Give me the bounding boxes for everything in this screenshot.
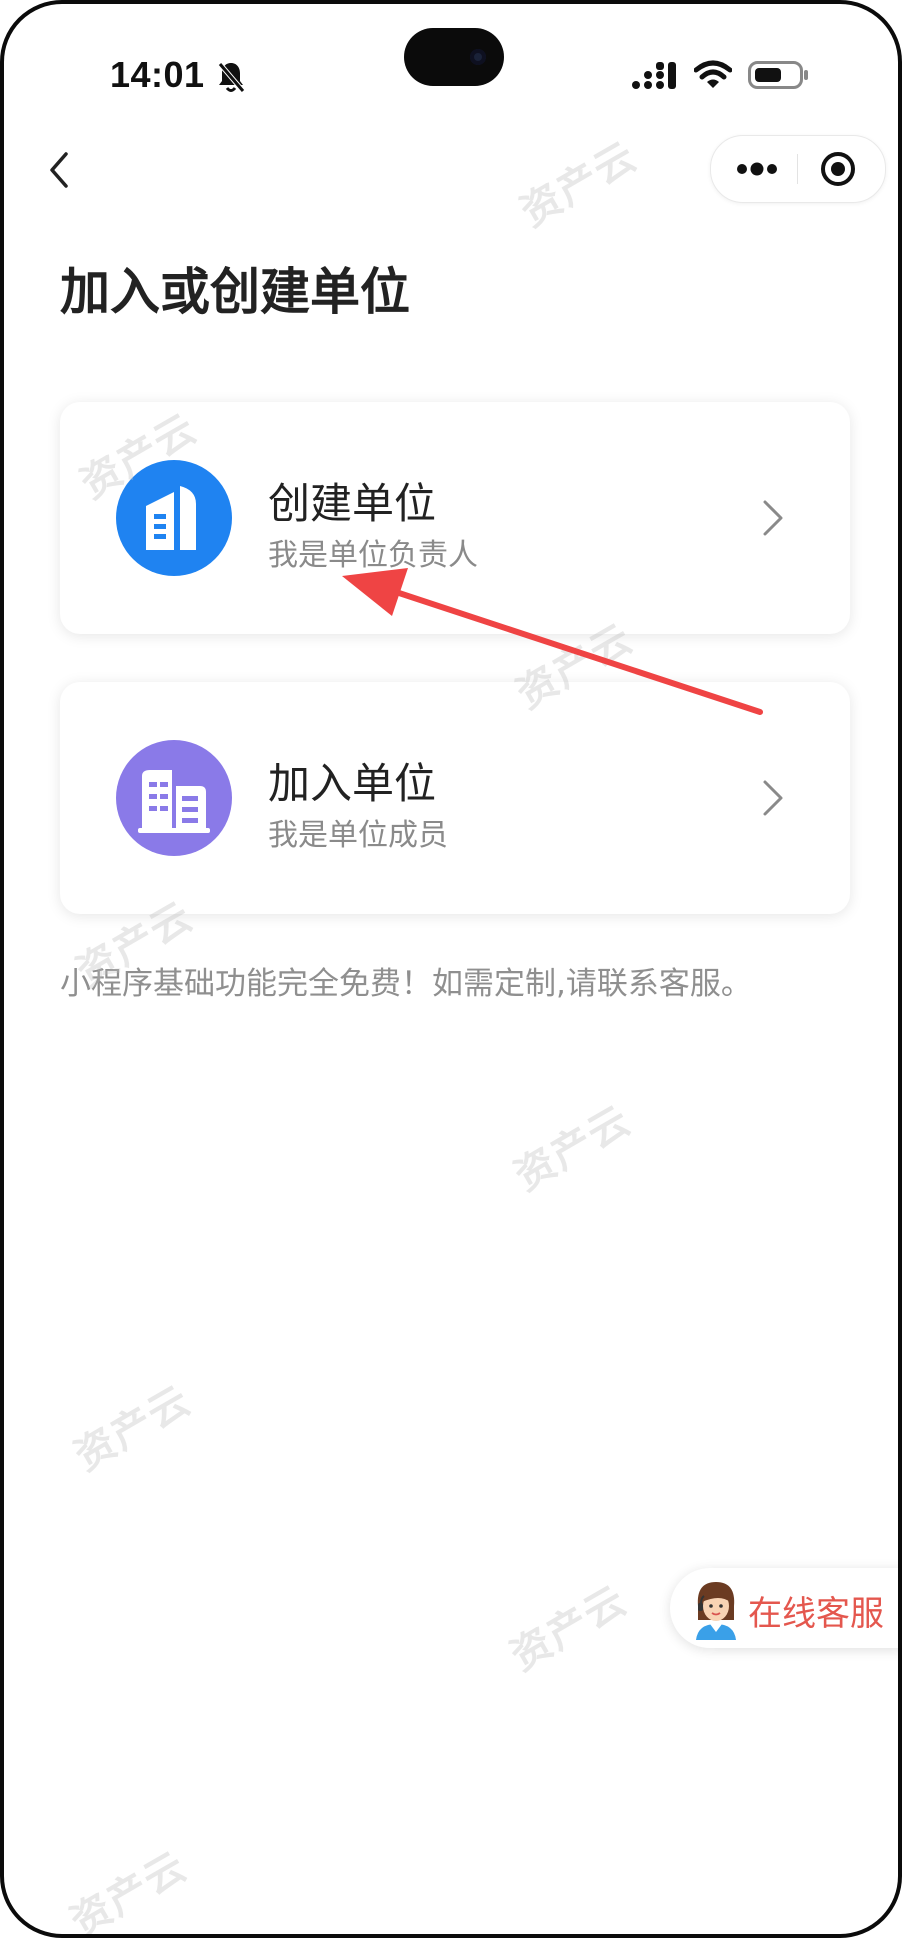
online-customer-service-button[interactable]: 在线客服 [670, 1568, 898, 1648]
agent-avatar-icon [696, 1582, 736, 1640]
phone-screen: 14:01 加入或创建单位 创建单位 我是单位负责人 加入单位 我是单位成员 小… [0, 0, 902, 1938]
online-customer-service-label: 在线客服 [748, 1594, 884, 1634]
